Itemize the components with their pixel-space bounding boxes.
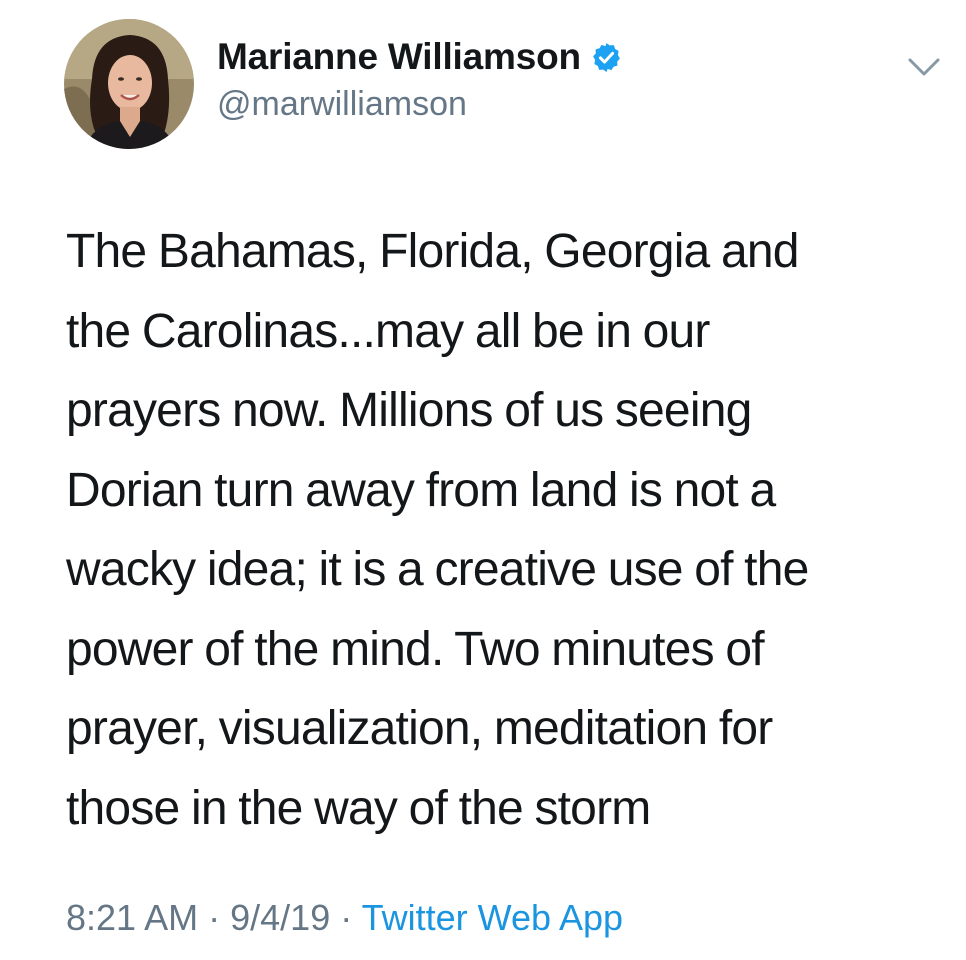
tweet-line: The Bahamas, Florida, Georgia and — [66, 225, 799, 278]
verified-badge-icon — [590, 41, 623, 74]
meta-separator: · — [208, 897, 221, 938]
tweet-line: wacky idea; it is a creative use of the — [66, 543, 809, 596]
tweet-date[interactable]: 9/4/19 — [230, 897, 330, 938]
tweet-line: those in the way of the storm — [66, 781, 651, 835]
display-name[interactable]: Marianne Williamson — [217, 36, 581, 78]
tweet-text: The Bahamas, Florida, Georgia and the Ca… — [66, 212, 916, 848]
tweet-time[interactable]: 8:21 AM — [66, 897, 198, 938]
tweet-line: power of the mind. Two minutes of — [66, 622, 765, 676]
meta-separator: · — [340, 897, 353, 938]
profile-photo-icon — [64, 19, 194, 149]
tweet-meta: 8:21 AM · 9/4/19 · Twitter Web App — [66, 897, 623, 939]
tweet-card: Marianne Williamson @marwilliamson The B… — [0, 0, 966, 960]
tweet-line: Dorian turn away from land is not a — [66, 463, 776, 517]
tweet-line: the Carolinas...may all be in our — [66, 304, 710, 358]
chevron-down-icon[interactable] — [906, 55, 942, 79]
avatar[interactable] — [64, 19, 194, 149]
tweet-line: prayer, visualization, meditation for — [66, 702, 773, 755]
tweet-source-link[interactable]: Twitter Web App — [362, 897, 623, 938]
tweet-line: prayers now. Millions of us seeing — [66, 384, 752, 437]
user-name-row[interactable]: Marianne Williamson — [217, 36, 623, 78]
user-handle[interactable]: @marwilliamson — [217, 85, 467, 124]
